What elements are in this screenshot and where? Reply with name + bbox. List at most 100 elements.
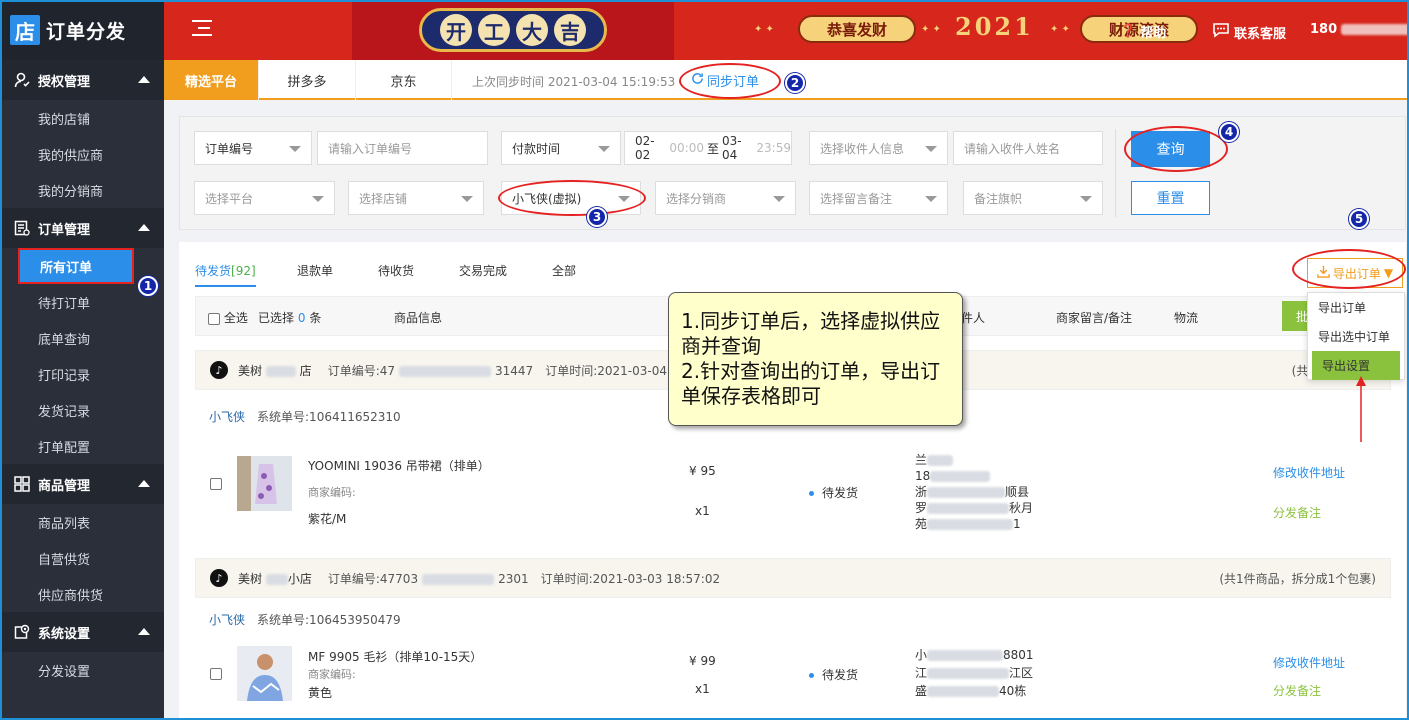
sidebar-item-my-shops[interactable]: 我的店铺 xyxy=(0,100,164,136)
edit-address-link[interactable]: 修改收件地址 xyxy=(1273,464,1345,481)
step-badge: 3 xyxy=(587,207,607,227)
settings-icon xyxy=(14,624,30,640)
sidebar-group-products[interactable]: 商品管理 xyxy=(0,464,164,504)
time-to: 23:59 xyxy=(756,141,791,155)
step-badge: 1 xyxy=(138,276,158,296)
time-from: 00:00 xyxy=(669,141,704,155)
menu-toggle-icon[interactable] xyxy=(192,20,212,38)
arrow-up-icon xyxy=(1356,376,1366,442)
tab-completed[interactable]: 交易完成 xyxy=(459,262,507,279)
help-link[interactable]: ❓ 帮助 xyxy=(1120,22,1166,41)
sparkle-icon: ✦ ✦ xyxy=(754,24,774,35)
phone-prefix: 180 xyxy=(1310,22,1338,37)
sidebar-group-settings[interactable]: 系统设置 xyxy=(0,612,164,652)
product-thumbnail xyxy=(237,646,292,701)
sidebar-item-dispatch-settings[interactable]: 分发设置 xyxy=(0,652,164,688)
step-badge: 2 xyxy=(785,73,805,93)
flag-select[interactable]: 备注旗帜 xyxy=(963,181,1103,215)
date-to: 03-04 xyxy=(722,134,742,162)
collapse-arrow-icon[interactable] xyxy=(138,224,150,231)
tab-pinduoduo[interactable]: 拼多多 xyxy=(259,60,356,100)
chat-icon xyxy=(1212,22,1230,42)
order-number: 订单编号:47703 2301 xyxy=(327,571,529,586)
sidebar-item-ship-records[interactable]: 发货记录 xyxy=(0,392,164,428)
menu-item-export-settings[interactable]: 导出设置 xyxy=(1312,351,1400,380)
year-label: 2021 xyxy=(955,12,1034,41)
banner-char: 大 xyxy=(516,14,548,46)
collapse-arrow-icon[interactable] xyxy=(138,480,150,487)
sidebar-group-label: 订单管理 xyxy=(38,222,91,238)
receiver-info-select[interactable]: 选择收件人信息 xyxy=(809,131,948,165)
sidebar: 店 订单分发 授权管理 我的店铺 我的供应商 我的分销商 订单管理 所有订单 待… xyxy=(0,0,164,720)
account-phone[interactable]: 180 xyxy=(1310,22,1409,37)
tab-jd[interactable]: 京东 xyxy=(356,60,452,100)
sidebar-group-label: 授权管理 xyxy=(38,74,91,90)
menu-item-export-selected[interactable]: 导出选中订单 xyxy=(1308,322,1404,351)
order-checkbox[interactable] xyxy=(210,478,222,490)
sidebar-item-product-list[interactable]: 商品列表 xyxy=(0,504,164,540)
remark-select[interactable]: 选择留言备注 xyxy=(809,181,948,215)
last-sync-time: 上次同步时间 2021-03-04 15:19:53 xyxy=(472,75,676,89)
product-quantity: x1 xyxy=(695,682,710,696)
order-no-type-select[interactable]: 订单编号 xyxy=(194,131,312,165)
product-sku: 黄色 xyxy=(308,686,333,700)
contact-service-link[interactable]: 联系客服 xyxy=(1212,22,1286,42)
banner-char: 工 xyxy=(478,14,510,46)
sidebar-group-orders[interactable]: 订单管理 xyxy=(0,208,164,248)
sidebar-group-auth[interactable]: 授权管理 xyxy=(0,60,164,100)
douyin-icon: ♪ xyxy=(210,569,228,587)
order-checkbox[interactable] xyxy=(210,668,222,680)
receiver-name-input[interactable]: 请输入收件人姓名 xyxy=(953,131,1103,165)
merchant-code: 商家编码: xyxy=(308,668,356,681)
collapse-arrow-icon[interactable] xyxy=(138,628,150,635)
merchant-code: 商家编码: xyxy=(308,486,356,499)
platform-select[interactable]: 选择平台 xyxy=(194,181,335,215)
reset-button[interactable]: 重置 xyxy=(1131,181,1210,215)
shop-select[interactable]: 选择店铺 xyxy=(348,181,484,215)
sidebar-item-supplier-supply[interactable]: 供应商供货 xyxy=(0,576,164,612)
sidebar-item-self-supply[interactable]: 自营供货 xyxy=(0,540,164,576)
time-type-select[interactable]: 付款时间 xyxy=(501,131,621,165)
column-logistics: 物流 xyxy=(1174,311,1199,325)
sidebar-item-print-records[interactable]: 打印记录 xyxy=(0,356,164,392)
tab-awaiting-receipt[interactable]: 待收货 xyxy=(378,262,414,279)
dispatch-note-link[interactable]: 分发备注 xyxy=(1273,504,1321,521)
tab-pending-shipment[interactable]: 待发货[92] xyxy=(195,262,256,287)
shop-name: 美树 小店 xyxy=(238,571,312,586)
order-number: 订单编号:47 31447 xyxy=(327,363,534,378)
product-thumbnail xyxy=(237,456,292,511)
distributor-select[interactable]: 选择分销商 xyxy=(655,181,796,215)
collapse-arrow-icon[interactable] xyxy=(138,76,150,83)
new-year-banner: 开 工 大 吉 xyxy=(352,0,674,60)
selected-count-label: 已选择 0 条 xyxy=(258,311,322,325)
select-all-checkbox[interactable]: 全选 xyxy=(208,309,248,326)
sidebar-group-label: 系统设置 xyxy=(38,626,91,642)
order-summary: (共1件商品，拆分成1个包裹) xyxy=(1219,571,1376,586)
tab-featured-platform[interactable]: 精选平台 xyxy=(164,60,259,100)
order-no-input[interactable]: 请输入订单编号 xyxy=(317,131,488,165)
selected-count: 0 xyxy=(297,311,306,325)
system-order-no: 系统单号:106411652310 xyxy=(257,410,401,424)
sidebar-item-my-suppliers[interactable]: 我的供应商 xyxy=(0,136,164,172)
dispatch-note-link[interactable]: 分发备注 xyxy=(1273,682,1321,699)
product-price: ¥ 99 xyxy=(689,654,716,668)
order-time: 订单时间:2021-03-04 1 xyxy=(545,363,679,378)
tab-refunds[interactable]: 退款单 xyxy=(297,262,333,279)
tab-all[interactable]: 全部 xyxy=(552,262,576,279)
sidebar-item-print-config[interactable]: 打单配置 xyxy=(0,428,164,464)
sidebar-item-all-orders[interactable]: 所有订单 xyxy=(18,248,134,284)
edit-address-link[interactable]: 修改收件地址 xyxy=(1273,654,1345,671)
order-header: ♪ 美树 小店 订单编号:47703 2301 订单时间:2021-03-03 1… xyxy=(195,558,1391,598)
sidebar-item-my-distributors[interactable]: 我的分销商 xyxy=(0,172,164,208)
greeting-pill: 恭喜发财 xyxy=(798,15,916,43)
annotation-ellipse xyxy=(498,180,646,216)
sidebar-item-receipt-query[interactable]: 底单查询 xyxy=(0,320,164,356)
sidebar-group-label: 商品管理 xyxy=(38,478,91,494)
logo-bar: 店 订单分发 xyxy=(0,0,164,60)
sparkle-icon: ✦ ✦ xyxy=(921,24,941,35)
instruction-line-1: 1.同步订单后，选择虚拟供应商并查询 xyxy=(681,309,941,358)
blurred-phone xyxy=(1341,24,1409,35)
menu-item-export-orders[interactable]: 导出订单 xyxy=(1308,293,1404,322)
user-icon xyxy=(14,72,30,88)
date-range-picker[interactable]: 02-02 00:00 至 03-04 23:59 xyxy=(624,131,792,165)
